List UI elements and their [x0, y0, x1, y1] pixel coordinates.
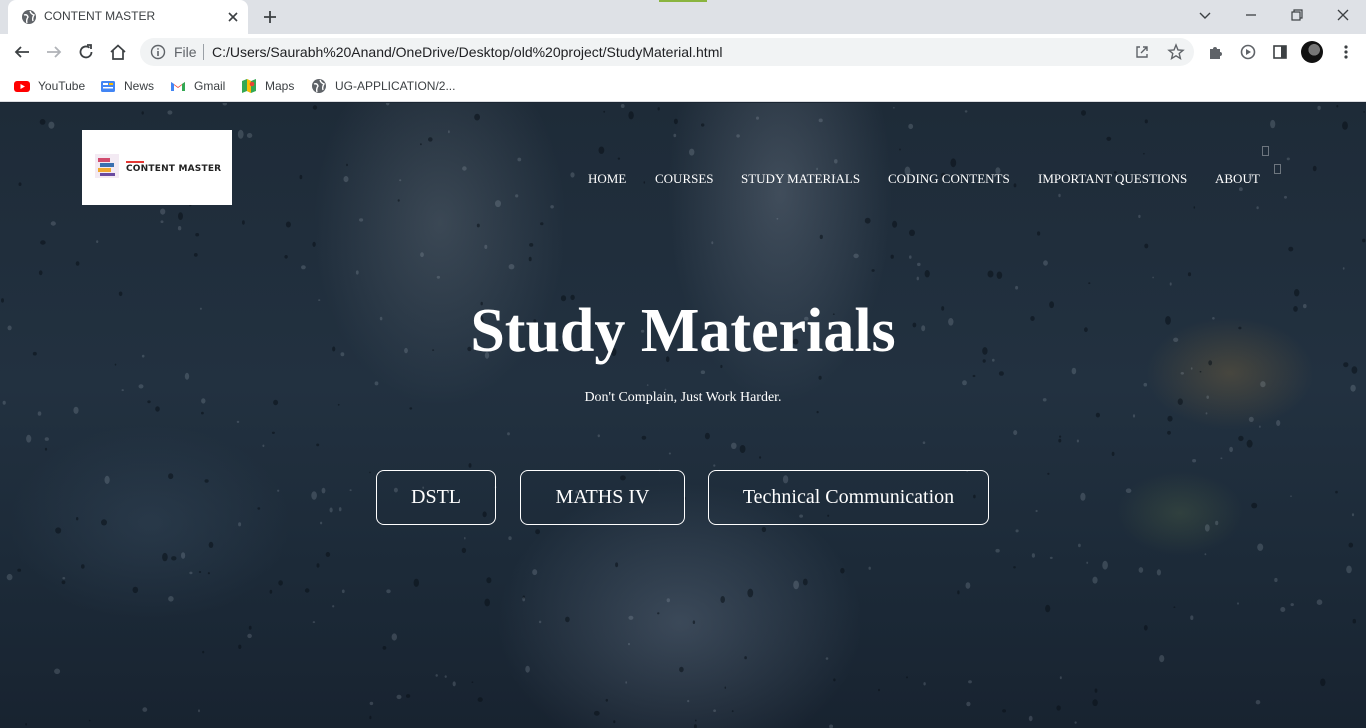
- bookmark-label: Gmail: [194, 79, 226, 93]
- maps-icon: [242, 79, 256, 93]
- nav-home[interactable]: HOME: [588, 171, 626, 187]
- bookmark-label: YouTube: [38, 79, 86, 93]
- books-logo-icon: [95, 154, 119, 178]
- hero-section: CONTENT MASTER HOME COURSES STUDY MATERI…: [0, 103, 1366, 728]
- bookmark-gmail[interactable]: Gmail: [170, 77, 225, 95]
- bookmark-star-icon[interactable]: [1167, 43, 1185, 61]
- side-panel-icon[interactable]: [1270, 42, 1290, 62]
- bookmark-youtube[interactable]: YouTube: [14, 77, 85, 95]
- globe-icon: [22, 10, 36, 24]
- url-scheme-label: File: [174, 44, 197, 60]
- share-icon[interactable]: [1134, 44, 1150, 60]
- close-window-icon[interactable]: [1329, 4, 1357, 26]
- browser-tab[interactable]: CONTENT MASTER: [8, 0, 248, 34]
- restore-icon[interactable]: [1283, 4, 1311, 26]
- tab-search-chevron-icon[interactable]: [1191, 4, 1219, 26]
- missing-glyph-icon: [1274, 164, 1281, 174]
- media-control-icon[interactable]: [1238, 42, 1258, 62]
- bookmark-news[interactable]: News: [100, 77, 154, 95]
- back-arrow-icon[interactable]: [12, 42, 32, 62]
- close-tab-icon[interactable]: [225, 9, 241, 25]
- profile-avatar[interactable]: [1301, 41, 1323, 63]
- forward-arrow-icon[interactable]: [44, 42, 64, 62]
- browser-toolbar: File C:/Users/Saurabh%20Anand/OneDrive/D…: [0, 34, 1366, 70]
- tab-strip: CONTENT MASTER: [0, 0, 1366, 34]
- bookmark-maps[interactable]: Maps: [241, 77, 294, 95]
- url-text[interactable]: C:/Users/Saurabh%20Anand/OneDrive/Deskto…: [212, 44, 722, 60]
- site-logo[interactable]: CONTENT MASTER: [82, 130, 232, 205]
- page-title: Study Materials: [470, 297, 896, 365]
- reload-icon[interactable]: [76, 42, 96, 62]
- new-tab-icon[interactable]: [261, 8, 279, 26]
- omnibox-divider: [203, 44, 204, 60]
- bookmark-label: UG-APPLICATION/2...: [335, 79, 456, 93]
- news-icon: [101, 81, 115, 92]
- info-icon[interactable]: [150, 44, 166, 60]
- bookmark-ug-application[interactable]: UG-APPLICATION/2...: [311, 77, 455, 95]
- nav-important-questions[interactable]: IMPORTANT QUESTIONS: [1038, 171, 1187, 187]
- address-bar[interactable]: File C:/Users/Saurabh%20Anand/OneDrive/D…: [140, 38, 1194, 66]
- gmail-icon: [171, 82, 185, 91]
- subject-button-dstl[interactable]: DSTL: [376, 470, 496, 525]
- more-menu-icon[interactable]: [1336, 42, 1356, 62]
- tab-title: CONTENT MASTER: [44, 9, 156, 23]
- nav-about[interactable]: ABOUT: [1215, 171, 1260, 187]
- bookmarks-bar: YouTube News Gmail Maps UG-APPLICATION/2…: [0, 70, 1366, 102]
- missing-glyph-icon: [1262, 146, 1269, 156]
- bookmark-label: Maps: [265, 79, 295, 93]
- globe-icon: [312, 79, 326, 93]
- subject-button-technical-communication[interactable]: Technical Communication: [708, 470, 989, 525]
- subject-button-maths-iv[interactable]: MATHS IV: [520, 470, 685, 525]
- nav-coding-contents[interactable]: CODING CONTENTS: [888, 171, 1010, 187]
- nav-study-materials[interactable]: STUDY MATERIALS: [741, 171, 860, 187]
- tab-strip-indicator: [659, 0, 707, 2]
- minimize-icon[interactable]: [1237, 4, 1265, 26]
- nav-courses[interactable]: COURSES: [655, 171, 714, 187]
- bookmark-label: News: [124, 79, 155, 93]
- logo-accent-bar: [126, 161, 144, 163]
- home-icon[interactable]: [108, 42, 128, 62]
- logo-text: CONTENT MASTER: [126, 164, 222, 174]
- extensions-puzzle-icon[interactable]: [1206, 42, 1226, 62]
- page-subtitle: Don't Complain, Just Work Harder.: [584, 390, 782, 405]
- youtube-icon: [14, 81, 30, 92]
